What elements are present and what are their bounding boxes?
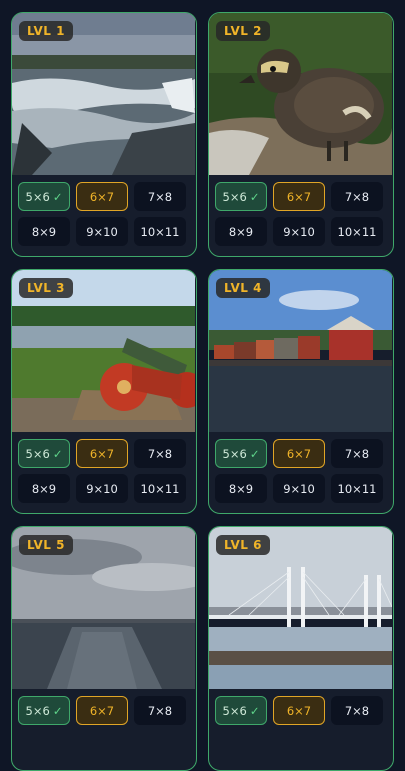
grid-size-button-selected[interactable]: 6×7	[76, 696, 128, 725]
grid-size-button[interactable]: 8×9	[18, 474, 70, 503]
grid-size-button[interactable]: 10×11	[331, 474, 383, 503]
level-badge: LVL 4	[216, 278, 270, 298]
grid-size-options: 5×6 ✓ 6×7 7×8 8×9 9×10 10×11	[215, 439, 387, 503]
level-grid: LVL 1 5×6 ✓ 6×7 7×8 8×9 9×10 10×11 LVL 2…	[0, 0, 405, 771]
grid-size-button[interactable]: 8×9	[215, 217, 267, 246]
level-badge: LVL 3	[19, 278, 73, 298]
grid-size-button[interactable]: 8×9	[215, 474, 267, 503]
level-card-6[interactable]: LVL 6 5×6 ✓ 6×7 7×8	[208, 526, 394, 771]
grid-size-button-selected[interactable]: 6×7	[273, 439, 325, 468]
grid-size-options: 5×6 ✓ 6×7 7×8 8×9 9×10 10×11	[18, 182, 190, 246]
level-card-3[interactable]: LVL 3 5×6 ✓ 6×7 7×8 8×9 9×10 10×11	[11, 269, 197, 514]
grid-size-button[interactable]: 9×10	[76, 217, 128, 246]
grid-size-button[interactable]: 10×11	[134, 474, 186, 503]
grid-size-button-selected[interactable]: 6×7	[273, 696, 325, 725]
grid-size-button-done[interactable]: 5×6 ✓	[18, 696, 70, 725]
grid-size-button-done[interactable]: 5×6 ✓	[18, 439, 70, 468]
level-card-2[interactable]: LVL 2 5×6 ✓ 6×7 7×8 8×9 9×10 10×11	[208, 12, 394, 257]
grid-size-button[interactable]: 9×10	[273, 217, 325, 246]
grid-size-button[interactable]: 10×11	[331, 217, 383, 246]
level-card-1[interactable]: LVL 1 5×6 ✓ 6×7 7×8 8×9 9×10 10×11	[11, 12, 197, 257]
grid-size-button-done[interactable]: 5×6 ✓	[215, 182, 267, 211]
grid-size-button[interactable]: 9×10	[76, 474, 128, 503]
grid-size-button[interactable]: 7×8	[134, 696, 186, 725]
grid-size-button[interactable]: 7×8	[134, 182, 186, 211]
grid-size-button[interactable]: 10×11	[134, 217, 186, 246]
grid-size-button-done[interactable]: 5×6 ✓	[18, 182, 70, 211]
grid-size-button[interactable]: 7×8	[331, 439, 383, 468]
check-icon: ✓	[52, 446, 63, 461]
level-card-4[interactable]: LVL 4 5×6 ✓ 6×7 7×8 8×9 9×10 10×11	[208, 269, 394, 514]
grid-size-button-selected[interactable]: 6×7	[273, 182, 325, 211]
grid-size-button[interactable]: 7×8	[134, 439, 186, 468]
grid-size-button-selected[interactable]: 6×7	[76, 182, 128, 211]
check-icon: ✓	[249, 703, 260, 718]
grid-size-options: 5×6 ✓ 6×7 7×8 8×9 9×10 10×11	[215, 182, 387, 246]
check-icon: ✓	[249, 446, 260, 461]
check-icon: ✓	[249, 189, 260, 204]
level-badge: LVL 5	[19, 535, 73, 555]
grid-size-button-done[interactable]: 5×6 ✓	[215, 439, 267, 468]
level-badge: LVL 6	[216, 535, 270, 555]
grid-size-options: 5×6 ✓ 6×7 7×8	[215, 696, 387, 725]
grid-size-button[interactable]: 9×10	[273, 474, 325, 503]
grid-size-options: 5×6 ✓ 6×7 7×8 8×9 9×10 10×11	[18, 439, 190, 503]
check-icon: ✓	[52, 703, 63, 718]
level-badge: LVL 2	[216, 21, 270, 41]
grid-size-button[interactable]: 7×8	[331, 696, 383, 725]
level-badge: LVL 1	[19, 21, 73, 41]
grid-size-button[interactable]: 7×8	[331, 182, 383, 211]
level-card-5[interactable]: LVL 5 5×6 ✓ 6×7 7×8	[11, 526, 197, 771]
grid-size-button[interactable]: 8×9	[18, 217, 70, 246]
check-icon: ✓	[52, 189, 63, 204]
grid-size-button-selected[interactable]: 6×7	[76, 439, 128, 468]
grid-size-options: 5×6 ✓ 6×7 7×8	[18, 696, 190, 725]
grid-size-button-done[interactable]: 5×6 ✓	[215, 696, 267, 725]
